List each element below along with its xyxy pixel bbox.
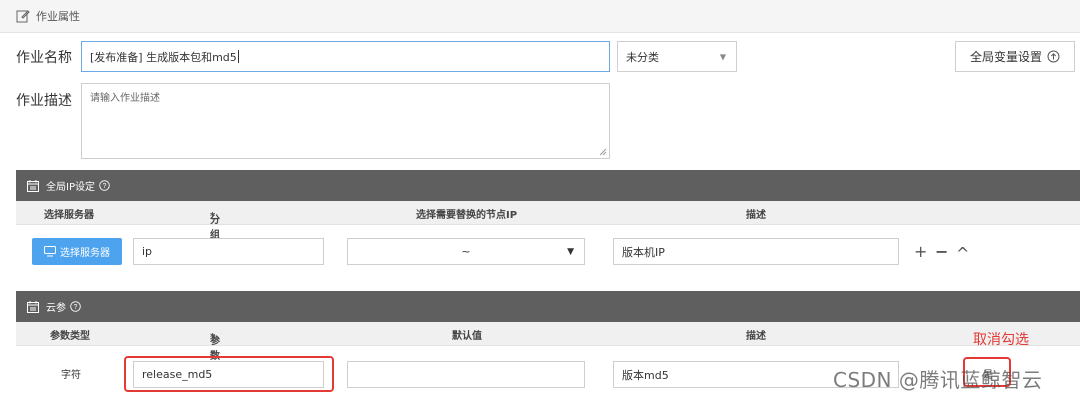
global-ip-column-header: 选择服务器 分组名 * 选择需要替换的节点IP 描述: [16, 201, 1080, 256]
required-mark: *: [210, 211, 216, 222]
required-mark: *: [210, 332, 216, 343]
job-name-input[interactable]: [发布准备] 生成版本包和md5: [81, 41, 610, 72]
arrow-up-circle-icon: [1047, 50, 1060, 63]
dropdown-arrow-icon: ▼: [567, 246, 574, 257]
param-description-value: 版本md5: [622, 368, 669, 382]
remove-row-button[interactable]: −: [935, 242, 948, 261]
col-description: 描述: [746, 210, 766, 221]
calendar-icon: [27, 179, 39, 192]
global-ip-title: 全局IP设定: [46, 182, 95, 193]
text-caret: [237, 50, 239, 63]
category-select[interactable]: 未分类 ▼: [617, 41, 737, 72]
help-icon[interactable]: ?: [99, 180, 110, 191]
cloud-params-section-bar: 云参 ?: [16, 291, 1080, 322]
collapse-row-button[interactable]: ^: [956, 244, 969, 263]
ip-description-value: 版本机IP: [622, 245, 665, 259]
cloud-params-column-header: 参数类型 参数名 * 默认值 描述: [16, 322, 1080, 377]
svg-text:?: ?: [74, 304, 78, 311]
panel-title: 作业属性: [36, 10, 80, 23]
add-row-button[interactable]: +: [914, 242, 927, 261]
resize-grip-icon[interactable]: [599, 148, 607, 156]
param-type-value: 字符: [61, 370, 81, 381]
ip-description-input[interactable]: 版本机IP: [613, 238, 899, 265]
cloud-params-title: 云参: [46, 303, 66, 314]
job-name-label: 作业名称: [16, 50, 72, 66]
global-vars-button[interactable]: 全局变量设置: [955, 41, 1075, 72]
global-ip-section-bar: 全局IP设定 ?: [16, 170, 1080, 201]
watermark: CSDN @腾讯蓝鲸智云: [833, 368, 1043, 392]
col-param-type: 参数类型: [50, 331, 90, 342]
col-param-description: 描述: [746, 331, 766, 342]
global-vars-label: 全局变量设置: [969, 50, 1042, 64]
calendar-icon: [27, 300, 39, 313]
monitor-icon: [44, 246, 56, 257]
node-ip-value: ~: [461, 245, 471, 258]
job-desc-placeholder: 请输入作业描述: [90, 93, 160, 104]
dropdown-arrow-icon: ▼: [719, 52, 726, 61]
col-node-ip: 选择需要替换的节点IP: [416, 210, 518, 221]
job-name-value: [发布准备] 生成版本包和md5: [90, 50, 237, 64]
category-value: 未分类: [626, 50, 659, 64]
svg-text:?: ?: [103, 183, 107, 190]
default-value-input[interactable]: [347, 361, 585, 388]
panel-header: 作业属性: [0, 0, 1080, 33]
node-ip-select[interactable]: ~ ▼: [347, 238, 585, 265]
annotation-text: 取消勾选: [973, 332, 1029, 348]
edit-icon: [16, 10, 30, 23]
group-name-input[interactable]: ip: [133, 238, 324, 265]
select-server-button[interactable]: 选择服务器: [32, 238, 122, 265]
help-icon[interactable]: ?: [70, 301, 81, 312]
job-desc-label: 作业描述: [16, 93, 72, 109]
group-name-value: ip: [142, 245, 153, 258]
highlight-box-param-name: [124, 356, 334, 392]
col-select-server: 选择服务器: [44, 210, 94, 221]
col-default-value: 默认值: [452, 331, 482, 342]
job-desc-textarea[interactable]: 请输入作业描述: [81, 83, 610, 159]
select-server-label: 选择服务器: [60, 248, 110, 259]
